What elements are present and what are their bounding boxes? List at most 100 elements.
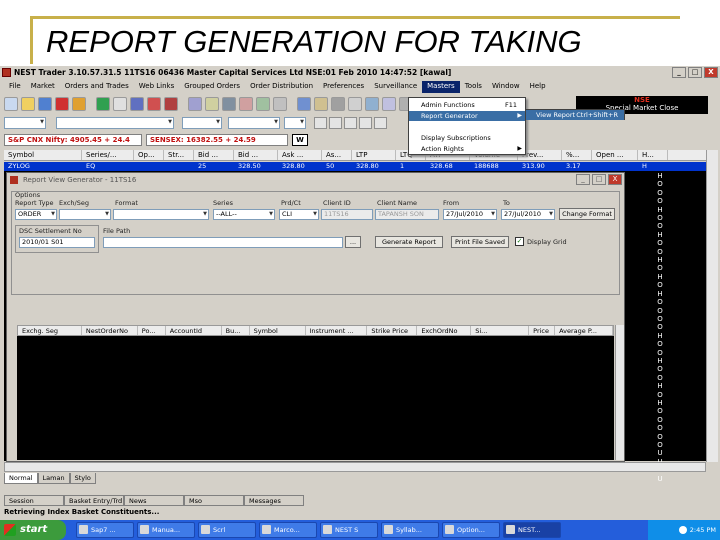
menu-item-display-subscriptions[interactable]: Display Subscriptions	[409, 133, 525, 143]
tool-icon[interactable]	[239, 97, 253, 111]
tool-icon[interactable]	[314, 97, 328, 111]
tab-normal[interactable]: Normal	[4, 473, 38, 484]
tool-icon[interactable]	[297, 97, 311, 111]
series-select[interactable]: --ALL--	[213, 209, 275, 220]
column-header[interactable]: As...	[322, 150, 352, 160]
taskbar-item[interactable]: Marco...	[259, 522, 317, 538]
tab-laman[interactable]: Laman	[37, 473, 70, 484]
menu-item-view-report[interactable]: View Report Ctrl+Shift+R	[526, 110, 624, 120]
column-header[interactable]: Instrument ...	[306, 326, 368, 335]
taskbar-item[interactable]: Sap7 ...	[76, 522, 134, 538]
tray-icon[interactable]	[678, 526, 687, 534]
tab-news[interactable]: News	[124, 495, 184, 506]
tool-icon[interactable]	[113, 97, 127, 111]
menu-surveillance[interactable]: Surveillance	[369, 81, 422, 93]
column-header[interactable]: Op...	[134, 150, 164, 160]
menu-web-links[interactable]: Web Links	[134, 81, 179, 93]
generate-report-button[interactable]: Generate Report	[375, 236, 443, 248]
tool-icon[interactable]	[21, 97, 35, 111]
client-name-field[interactable]: TAPANSH SON	[375, 209, 439, 220]
file-path-field[interactable]	[103, 237, 343, 248]
menu-masters[interactable]: Masters	[422, 81, 460, 93]
tab-mso[interactable]: Mso	[184, 495, 244, 506]
symbol-select[interactable]	[56, 117, 174, 129]
menu-item-report-generator[interactable]: Report Generator ▶	[409, 111, 525, 121]
tab-stylo[interactable]: Stylo	[69, 473, 96, 484]
column-header[interactable]: AccountId	[166, 326, 222, 335]
tool-icon[interactable]	[38, 97, 52, 111]
dialog-scrollbar[interactable]	[615, 325, 624, 460]
tool-icon[interactable]	[273, 97, 287, 111]
exchseg-select[interactable]	[59, 209, 111, 220]
ticker-toggle-button[interactable]: W	[292, 134, 308, 146]
tool-icon[interactable]	[374, 117, 387, 129]
dialog-maximize-button[interactable]: □	[592, 174, 606, 185]
product-select[interactable]: CLI	[279, 209, 319, 220]
tool-icon[interactable]	[365, 97, 379, 111]
column-header[interactable]: Po...	[138, 326, 166, 335]
column-header[interactable]: Symbol	[250, 326, 306, 335]
horizontal-scrollbar[interactable]	[4, 462, 706, 472]
column-header[interactable]: Open ...	[592, 150, 638, 160]
column-header[interactable]: Ask ...	[278, 150, 322, 160]
menu-help[interactable]: Help	[525, 81, 551, 93]
display-grid-checkbox[interactable]: ✓	[515, 237, 524, 246]
tab-basket-entry[interactable]: Basket Entry/Trd	[64, 495, 124, 506]
menu-order-distribution[interactable]: Order Distribution	[245, 81, 318, 93]
column-header[interactable]: Strike Price	[367, 326, 418, 335]
exchange-select[interactable]	[4, 117, 46, 129]
dialog-minimize-button[interactable]: _	[576, 174, 590, 185]
browse-button[interactable]: ...	[345, 236, 361, 248]
close-button[interactable]: X	[704, 67, 718, 78]
column-header[interactable]: H...	[638, 150, 668, 160]
tool-icon[interactable]	[382, 97, 396, 111]
taskbar-item[interactable]: Scrl	[198, 522, 256, 538]
column-header[interactable]: Bid ...	[234, 150, 278, 160]
report-type-select[interactable]: ORDER	[15, 209, 57, 220]
column-header[interactable]: Average P...	[555, 326, 613, 335]
column-header[interactable]: Price	[529, 326, 556, 335]
menu-item-admin-functions[interactable]: Admin Functions F11	[409, 100, 525, 110]
option-select[interactable]	[284, 117, 306, 129]
column-header[interactable]: Si...	[471, 326, 530, 335]
dialog-close-button[interactable]: X	[608, 174, 622, 185]
tool-icon[interactable]	[164, 97, 178, 111]
taskbar-item[interactable]: Option...	[442, 522, 500, 538]
tool-icon[interactable]	[359, 117, 372, 129]
market-watch-row[interactable]: ZYLOG EQ 25 328.50 328.80 50 328.80 1 32…	[4, 162, 706, 171]
column-header[interactable]: Bid ...	[194, 150, 234, 160]
client-id-field[interactable]: 11TS16	[321, 209, 373, 220]
column-header[interactable]: Str...	[164, 150, 194, 160]
expiry-select[interactable]	[228, 117, 280, 129]
tool-icon[interactable]	[222, 97, 236, 111]
vertical-scrollbar[interactable]	[706, 150, 718, 462]
column-header[interactable]: Symbol	[4, 150, 82, 160]
tool-icon[interactable]	[147, 97, 161, 111]
tool-icon[interactable]	[256, 97, 270, 111]
print-file-button[interactable]: Print File Saved	[451, 236, 509, 248]
menu-item-action-rights[interactable]: Action Rights ▶	[409, 144, 525, 154]
tool-icon[interactable]	[96, 97, 110, 111]
menu-grouped-orders[interactable]: Grouped Orders	[179, 81, 245, 93]
column-header[interactable]: Series/...	[82, 150, 134, 160]
tool-icon[interactable]	[331, 97, 345, 111]
tab-session[interactable]: Session	[4, 495, 64, 506]
to-date-picker[interactable]: 27/Jul/2010	[501, 209, 555, 220]
tool-icon[interactable]	[55, 97, 69, 111]
maximize-button[interactable]: □	[688, 67, 702, 78]
tool-icon[interactable]	[130, 97, 144, 111]
column-header[interactable]: ExchOrdNo	[417, 326, 472, 335]
column-header[interactable]: %...	[562, 150, 592, 160]
column-header[interactable]: Exchg. Seg	[18, 326, 82, 335]
taskbar-item[interactable]: Manua...	[137, 522, 195, 538]
column-header[interactable]: NestOrderNo	[82, 326, 138, 335]
menu-preferences[interactable]: Preferences	[318, 81, 369, 93]
taskbar-item[interactable]: Syllab...	[381, 522, 439, 538]
tool-icon[interactable]	[329, 117, 342, 129]
taskbar-item[interactable]: NEST...	[503, 522, 561, 538]
tool-icon[interactable]	[314, 117, 327, 129]
tool-icon[interactable]	[188, 97, 202, 111]
start-button[interactable]: start	[0, 520, 66, 540]
taskbar-item[interactable]: NEST S	[320, 522, 378, 538]
dsc-settlement-field[interactable]: 2010/01 S01	[19, 237, 95, 248]
